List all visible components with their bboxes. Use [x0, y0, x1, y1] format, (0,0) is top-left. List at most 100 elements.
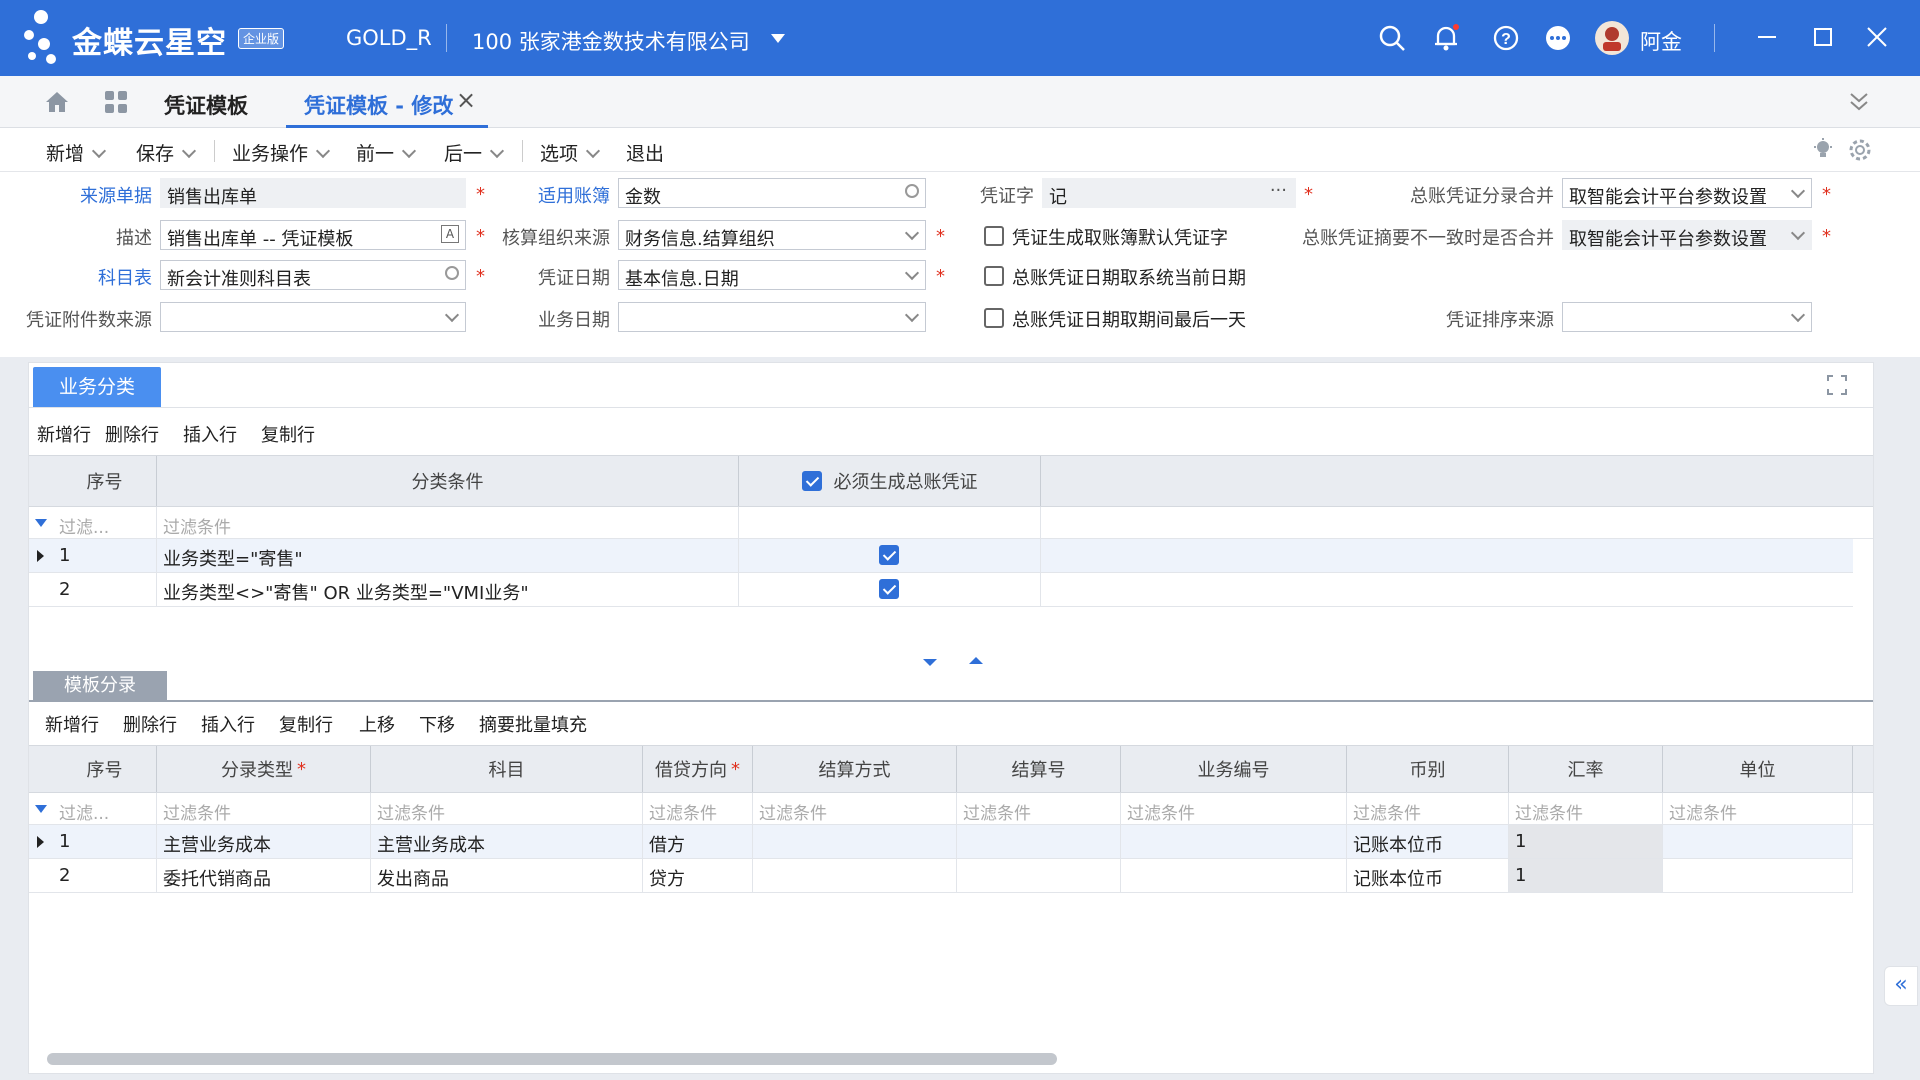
s2-filter-rate[interactable]: 过滤条件: [1509, 793, 1663, 824]
s2-copy-row-button[interactable]: 复制行: [279, 711, 333, 737]
voucher-word-field[interactable]: 记 ···: [1042, 178, 1296, 208]
description-field[interactable]: 销售出库单 -- 凭证模板 A: [160, 220, 466, 250]
sort-source-select[interactable]: [1562, 302, 1812, 332]
cell-condition[interactable]: 业务类型="寄售": [157, 539, 739, 572]
cell-biz-no[interactable]: [1121, 825, 1347, 858]
s2-col-settle-no[interactable]: 结算号: [957, 746, 1121, 792]
s1-filter-seq[interactable]: 过滤...: [53, 507, 157, 538]
s2-batch-summary-button[interactable]: 摘要批量填充: [479, 711, 587, 737]
ellipsis-icon[interactable]: ···: [1270, 180, 1287, 201]
current-date-checkbox[interactable]: [984, 266, 1004, 286]
collapse-icon[interactable]: [1848, 90, 1870, 114]
horizontal-scrollbar[interactable]: [47, 1053, 1057, 1065]
s2-col-rate[interactable]: 汇率: [1509, 746, 1663, 792]
source-doc-label[interactable]: 来源单据: [40, 182, 152, 208]
tab-voucher-template-edit[interactable]: 凭证模板 - 修改 ×: [286, 76, 488, 128]
attach-source-select[interactable]: [160, 302, 466, 332]
cell-biz-no[interactable]: [1121, 859, 1347, 892]
prev-button[interactable]: 前一: [356, 139, 417, 166]
options-button[interactable]: 选项: [540, 139, 601, 166]
s2-filter-direction[interactable]: 过滤条件: [643, 793, 753, 824]
cell-must-gen[interactable]: [739, 539, 1041, 572]
s1-copy-row-button[interactable]: 复制行: [261, 421, 315, 447]
select-all-checkbox[interactable]: [801, 471, 822, 491]
table-row[interactable]: 2 委托代销商品 发出商品 贷方 记账本位币 1: [29, 859, 1853, 893]
summary-merge-select[interactable]: 取智能会计平台参数设置: [1562, 220, 1812, 250]
s1-insert-row-button[interactable]: 插入行: [183, 421, 237, 447]
tab-voucher-template[interactable]: 凭证模板: [164, 90, 248, 120]
grid-menu-icon[interactable]: [104, 90, 128, 114]
tab-business-category[interactable]: 业务分类: [33, 367, 161, 407]
side-panel-toggle-icon[interactable]: «: [1884, 966, 1918, 1006]
bulb-icon[interactable]: [1812, 138, 1834, 160]
cell-condition[interactable]: 业务类型<>"寄售" OR 业务类型="VMI业务": [157, 573, 739, 606]
s1-col-condition[interactable]: 分类条件: [157, 456, 739, 506]
s2-filter-settle[interactable]: 过滤条件: [753, 793, 957, 824]
tab-template-entries[interactable]: 模板分录: [33, 671, 167, 701]
cell-seq[interactable]: 2: [53, 573, 157, 606]
s2-move-down-button[interactable]: 下移: [419, 711, 455, 737]
s2-col-unit[interactable]: 单位: [1663, 746, 1853, 792]
cell-account[interactable]: 发出商品: [371, 859, 643, 892]
business-ops-button[interactable]: 业务操作: [232, 139, 331, 166]
new-button[interactable]: 新增: [46, 139, 107, 166]
ledger-label[interactable]: 适用账簿: [500, 182, 610, 208]
s2-insert-row-button[interactable]: 插入行: [201, 711, 255, 737]
s2-filter-type[interactable]: 过滤条件: [157, 793, 371, 824]
s2-filter-currency[interactable]: 过滤条件: [1347, 793, 1509, 824]
s2-move-up-button[interactable]: 上移: [359, 711, 395, 737]
save-button[interactable]: 保存: [136, 139, 197, 166]
cell-settle-no[interactable]: [957, 825, 1121, 858]
cell-type[interactable]: 主营业务成本: [157, 825, 371, 858]
default-word-checkbox[interactable]: [984, 226, 1004, 246]
cell-settle[interactable]: [753, 825, 957, 858]
table-row[interactable]: 1 主营业务成本 主营业务成本 借方 记账本位币 1: [29, 825, 1853, 859]
s1-add-row-button[interactable]: 新增行: [37, 421, 91, 447]
search-icon[interactable]: [445, 266, 459, 280]
cell-seq[interactable]: 1: [53, 825, 157, 858]
s2-filter-unit[interactable]: 过滤条件: [1663, 793, 1853, 824]
must-gen-checkbox[interactable]: [879, 545, 899, 565]
search-icon[interactable]: [905, 184, 919, 198]
cell-account[interactable]: 主营业务成本: [371, 825, 643, 858]
s2-add-row-button[interactable]: 新增行: [45, 711, 99, 737]
expand-icon[interactable]: [1827, 375, 1847, 395]
cell-direction[interactable]: 借方: [643, 825, 753, 858]
cell-direction[interactable]: 贷方: [643, 859, 753, 892]
gear-icon[interactable]: [1848, 138, 1872, 162]
minimize-icon[interactable]: [1752, 22, 1782, 52]
s1-delete-row-button[interactable]: 删除行: [105, 421, 159, 447]
table-row[interactable]: 2 业务类型<>"寄售" OR 业务类型="VMI业务": [29, 573, 1853, 607]
company-selector[interactable]: 100 张家港金数技术有限公司: [472, 26, 750, 56]
next-button[interactable]: 后一: [444, 139, 505, 166]
cell-type[interactable]: 委托代销商品: [157, 859, 371, 892]
gl-merge-select[interactable]: 取智能会计平台参数设置: [1562, 178, 1812, 208]
voucher-date-select[interactable]: 基本信息.日期: [618, 260, 926, 290]
cell-currency[interactable]: 记账本位币: [1347, 859, 1509, 892]
cell-unit[interactable]: [1663, 859, 1853, 892]
username[interactable]: 阿金: [1640, 26, 1682, 56]
s2-filter-biz-no[interactable]: 过滤条件: [1121, 793, 1347, 824]
multilang-icon[interactable]: A: [441, 225, 459, 243]
cell-currency[interactable]: 记账本位币: [1347, 825, 1509, 858]
s1-filter-condition[interactable]: 过滤条件: [157, 507, 739, 538]
cell-must-gen[interactable]: [739, 573, 1041, 606]
cell-unit[interactable]: [1663, 825, 1853, 858]
s2-col-direction[interactable]: 借贷方向 *: [643, 746, 753, 792]
search-icon[interactable]: [1378, 24, 1406, 52]
s1-filter-must-gen[interactable]: [739, 507, 1041, 538]
s1-col-must-gen[interactable]: 必须生成总账凭证: [739, 456, 1041, 506]
s1-col-seq[interactable]: 序号: [53, 456, 157, 506]
close-tab-icon[interactable]: ×: [456, 86, 476, 114]
bell-icon[interactable]: [1432, 24, 1460, 52]
s2-col-type[interactable]: 分录类型 *: [157, 746, 371, 792]
s2-filter-settle-no[interactable]: 过滤条件: [957, 793, 1121, 824]
s2-filter-seq[interactable]: 过滤...: [53, 793, 157, 824]
home-icon[interactable]: [44, 90, 70, 114]
help-icon[interactable]: ?: [1492, 24, 1520, 52]
s2-col-settle[interactable]: 结算方式: [753, 746, 957, 792]
s2-col-biz-no[interactable]: 业务编号: [1121, 746, 1347, 792]
org-source-select[interactable]: 财务信息.结算组织: [618, 220, 926, 250]
table-row[interactable]: 1 业务类型="寄售": [29, 539, 1853, 573]
s2-col-seq[interactable]: 序号: [53, 746, 157, 792]
